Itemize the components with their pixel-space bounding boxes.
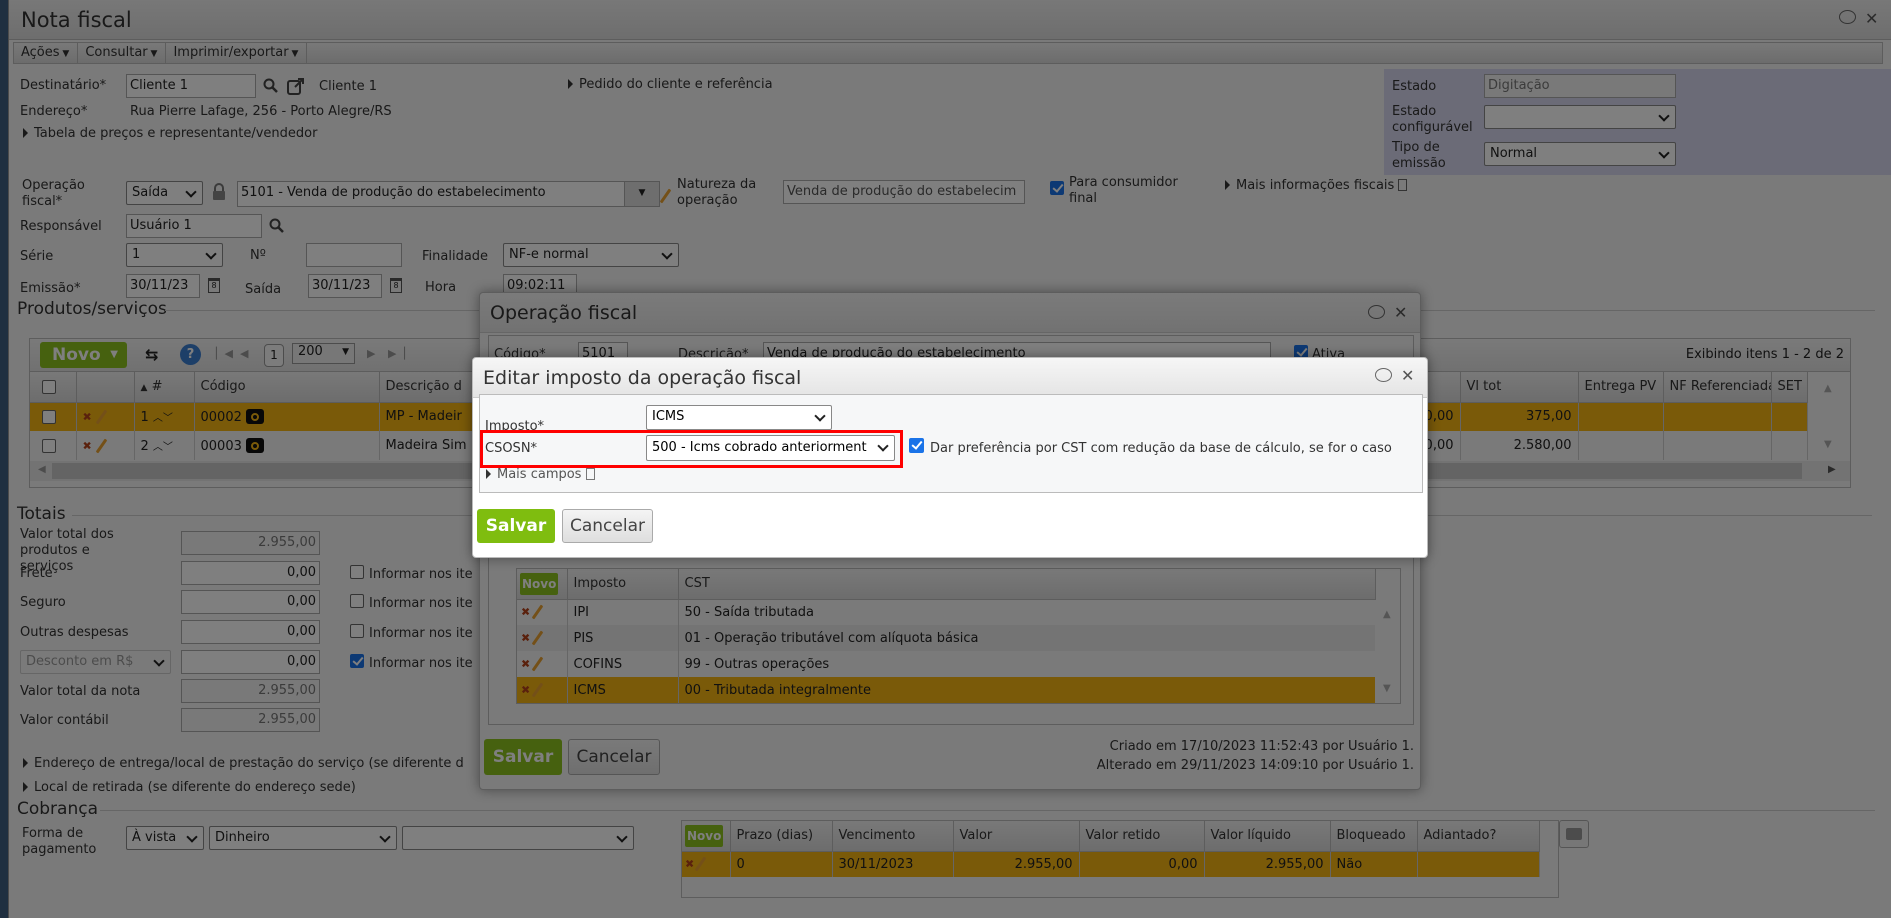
- expand-triangle-icon: [486, 469, 491, 479]
- dialog-titlebar: Editar imposto da operação fiscal ✕: [473, 358, 1427, 398]
- editar-imposto-dialog: Editar imposto da operação fiscal ✕ Impo…: [472, 357, 1428, 558]
- csosn-label: CSOSN*: [485, 441, 538, 456]
- cancel-button[interactable]: Cancelar: [562, 509, 653, 543]
- close-icon[interactable]: ✕: [1401, 366, 1414, 385]
- imposto-select[interactable]: ICMS: [646, 405, 832, 430]
- comment-icon[interactable]: [1375, 368, 1392, 382]
- preferencia-cst-checkbox[interactable]: [909, 438, 924, 453]
- mais-campos-toggle[interactable]: Mais campos: [486, 467, 595, 483]
- save-button[interactable]: Salvar: [477, 509, 555, 543]
- mais-campos-label: Mais campos: [497, 467, 582, 482]
- csosn-select[interactable]: 500 - Icms cobrado anteriorment: [646, 435, 895, 461]
- dialog-title: Editar imposto da operação fiscal: [483, 367, 802, 389]
- preferencia-cst-label: Dar preferência por CST com redução da b…: [930, 441, 1392, 456]
- document-icon: [585, 468, 595, 480]
